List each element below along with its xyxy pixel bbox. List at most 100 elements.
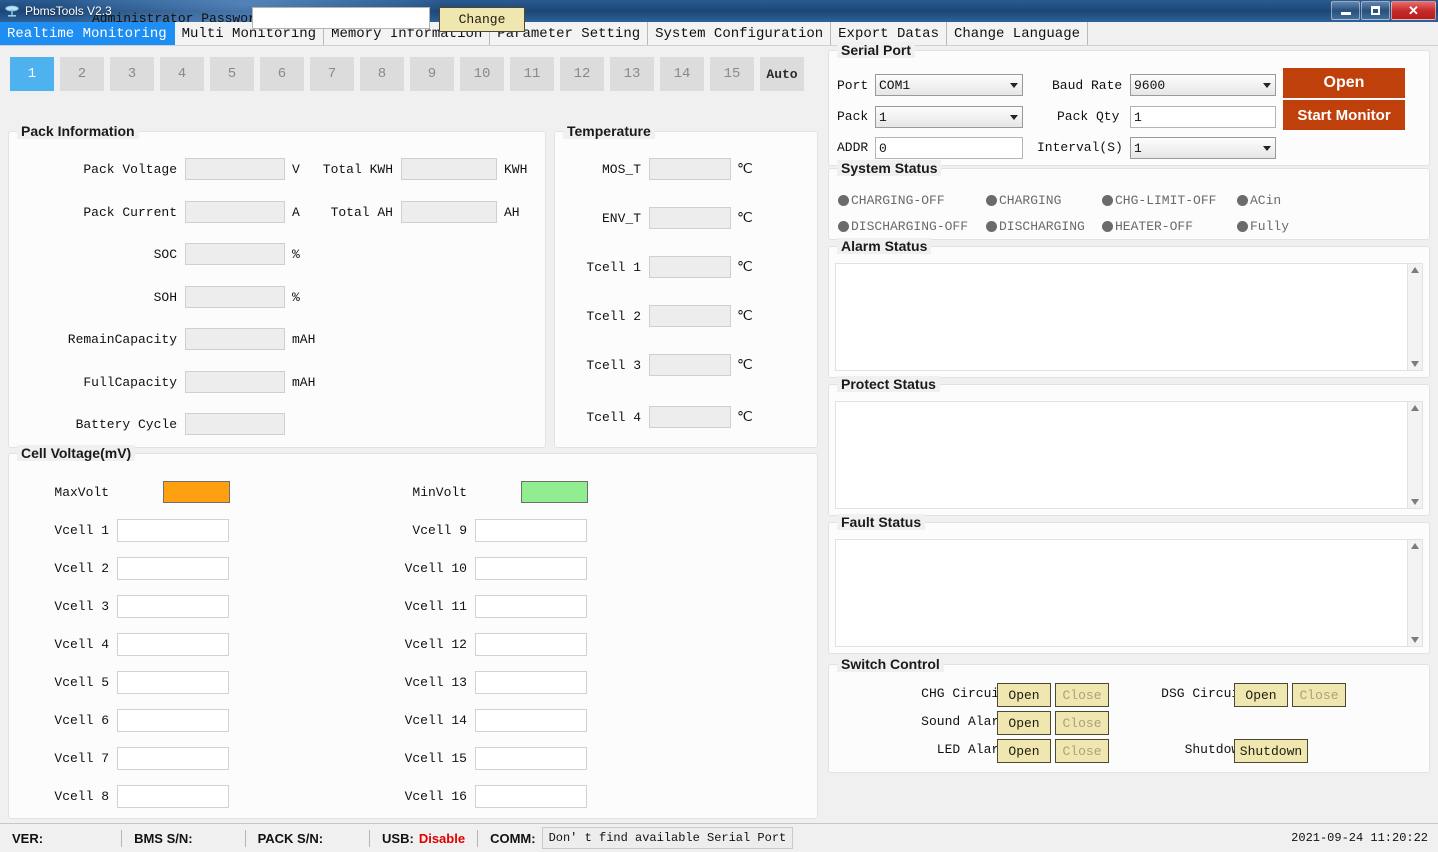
vcell-14-field[interactable] [475, 709, 587, 732]
sound-alarm-close-button[interactable]: Close [1055, 711, 1109, 735]
vcell-10-field[interactable] [475, 557, 587, 580]
mos-t-unit: ℃ [737, 161, 753, 178]
pack-button-9[interactable]: 9 [410, 57, 454, 91]
pack-voltage-field[interactable] [185, 158, 285, 180]
scroll-down-icon[interactable] [1411, 499, 1419, 505]
total-ah-unit: AH [504, 205, 520, 220]
pack-button-11[interactable]: 11 [510, 57, 554, 91]
vcell-12-field[interactable] [475, 633, 587, 656]
scroll-up-icon[interactable] [1411, 543, 1419, 549]
bms-sn-label: BMS S/N: [134, 831, 193, 846]
pack-button-auto[interactable]: Auto [760, 57, 804, 91]
chg-circuit-open-button[interactable]: Open [997, 683, 1051, 707]
vcell-11-field[interactable] [475, 595, 587, 618]
pack-button-2[interactable]: 2 [60, 57, 104, 91]
vcell-5-field[interactable] [117, 671, 229, 694]
tab-change-language[interactable]: Change Language [947, 22, 1088, 45]
pack-qty-input[interactable] [1130, 106, 1276, 128]
tab-system-configuration[interactable]: System Configuration [648, 22, 831, 45]
tcell-2-unit: ℃ [737, 308, 753, 325]
maximize-button[interactable] [1361, 1, 1390, 20]
soc-field[interactable] [185, 243, 285, 265]
pack-button-5[interactable]: 5 [210, 57, 254, 91]
scroll-down-icon[interactable] [1411, 361, 1419, 367]
vcell-2-field[interactable] [117, 557, 229, 580]
vcell-8-field[interactable] [117, 785, 229, 808]
administrator-password-input[interactable] [252, 7, 430, 29]
status-label: DISCHARGING [999, 219, 1085, 234]
pack-button-10[interactable]: 10 [460, 57, 504, 91]
pack-button-4[interactable]: 4 [160, 57, 204, 91]
dsg-circuit-close-button[interactable]: Close [1292, 683, 1346, 707]
soh-field[interactable] [185, 286, 285, 308]
tcell-4-row: Tcell 4 ℃ [555, 406, 753, 428]
vcell-7-field[interactable] [117, 747, 229, 770]
pack-voltage-unit: V [292, 162, 300, 177]
pack-button-12[interactable]: 12 [560, 57, 604, 91]
status-label: Fully [1250, 219, 1289, 234]
vcell-6-field[interactable] [117, 709, 229, 732]
vcell-16-field[interactable] [475, 785, 587, 808]
scroll-up-icon[interactable] [1411, 267, 1419, 273]
dsg-circuit-open-button[interactable]: Open [1234, 683, 1288, 707]
interval-select[interactable]: 1 [1130, 137, 1276, 159]
status-label: CHARGING [999, 193, 1061, 208]
start-monitor-button[interactable]: Start Monitor [1283, 100, 1405, 130]
pack-qty-label: Pack Qty [1057, 109, 1119, 124]
protect-status-list[interactable] [835, 401, 1423, 509]
pack-button-14[interactable]: 14 [660, 57, 704, 91]
tcell-1-field[interactable] [649, 256, 731, 278]
change-password-button[interactable]: Change [439, 7, 525, 32]
total-kwh-field[interactable] [401, 158, 497, 180]
tcell-3-field[interactable] [649, 354, 731, 376]
alarm-status-list[interactable] [835, 263, 1423, 371]
mos-t-field[interactable] [649, 158, 731, 180]
close-button[interactable]: ✕ [1391, 1, 1436, 20]
env-t-field[interactable] [649, 207, 731, 229]
total-ah-label: Total AH [301, 205, 393, 220]
vcell-3-field[interactable] [117, 595, 229, 618]
pack-select[interactable]: 1 [875, 106, 1023, 128]
vcell-13-field[interactable] [475, 671, 587, 694]
chg-circuit-close-button[interactable]: Close [1055, 683, 1109, 707]
led-indicator-icon [1102, 195, 1113, 206]
led-alarm-open-button[interactable]: Open [997, 739, 1051, 763]
port-select[interactable]: COM1 [875, 74, 1023, 96]
shutdown-button[interactable]: Shutdown [1234, 739, 1308, 763]
scroll-down-icon[interactable] [1411, 637, 1419, 643]
pack-current-field[interactable] [185, 201, 285, 223]
pack-button-7[interactable]: 7 [310, 57, 354, 91]
sound-alarm-open-button[interactable]: Open [997, 711, 1051, 735]
max-volt-row: MaxVolt [23, 481, 230, 503]
vcell-9-field[interactable] [475, 519, 587, 542]
alarm-status-scrollbar[interactable] [1407, 264, 1422, 370]
vcell-1-field[interactable] [117, 519, 229, 542]
pack-button-3[interactable]: 3 [110, 57, 154, 91]
full-capacity-row: FullCapacity mAH [9, 371, 315, 393]
tcell-4-field[interactable] [649, 406, 731, 428]
battery-cycle-field[interactable] [185, 413, 285, 435]
baud-rate-select[interactable]: 9600 [1130, 74, 1276, 96]
pack-button-13[interactable]: 13 [610, 57, 654, 91]
pack-button-1[interactable]: 1 [10, 57, 54, 91]
pack-button-8[interactable]: 8 [360, 57, 404, 91]
addr-input[interactable] [875, 137, 1023, 159]
fault-status-scrollbar[interactable] [1407, 540, 1422, 646]
remain-capacity-field[interactable] [185, 328, 285, 350]
protect-status-scrollbar[interactable] [1407, 402, 1422, 508]
pack-button-6[interactable]: 6 [260, 57, 304, 91]
scroll-up-icon[interactable] [1411, 405, 1419, 411]
vcell-4-field[interactable] [117, 633, 229, 656]
vcell-15-field[interactable] [475, 747, 587, 770]
led-alarm-close-button[interactable]: Close [1055, 739, 1109, 763]
pack-combo-wrap: 1 [875, 106, 1023, 128]
minimize-button[interactable] [1331, 1, 1360, 20]
total-ah-field[interactable] [401, 201, 497, 223]
open-button[interactable]: Open [1283, 68, 1405, 98]
tcell-2-field[interactable] [649, 305, 731, 327]
full-capacity-field[interactable] [185, 371, 285, 393]
status-bar: VER: BMS S/N: PACK S/N: USB: Disable COM… [0, 823, 1438, 852]
app-logo-icon [4, 3, 20, 19]
fault-status-list[interactable] [835, 539, 1423, 647]
pack-button-15[interactable]: 15 [710, 57, 754, 91]
